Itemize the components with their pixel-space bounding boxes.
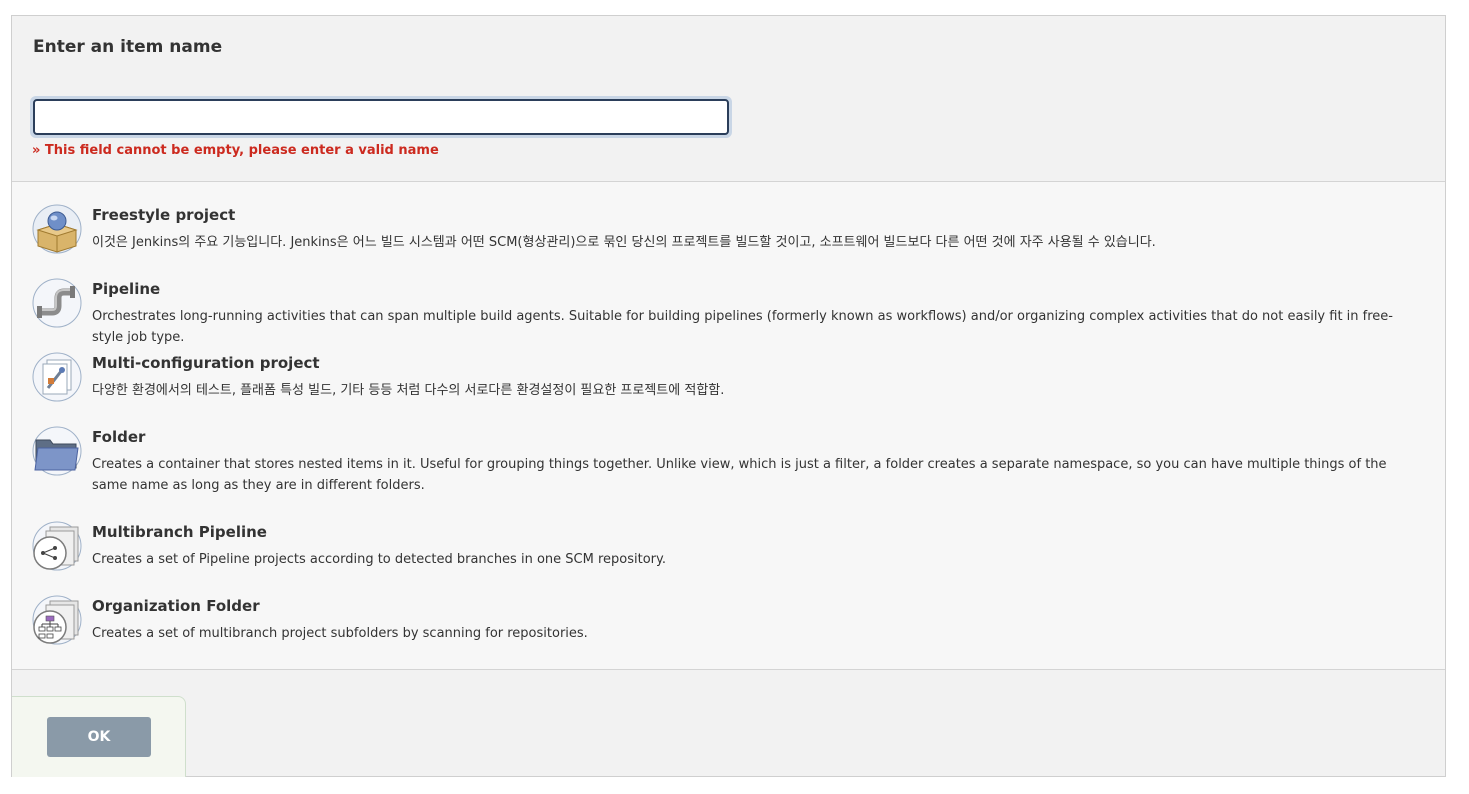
item-name-section: Enter an item name » This field cannot b…	[12, 16, 1445, 182]
item-type-list: Freestyle project 이것은 Jenkins의 주요 기능입니다.…	[12, 182, 1445, 670]
item-type-freestyle-project[interactable]: Freestyle project 이것은 Jenkins의 주요 기능입니다.…	[32, 204, 1415, 264]
item-name-input[interactable]	[33, 99, 729, 135]
item-title: Multi-configuration project	[92, 354, 320, 372]
item-title: Multibranch Pipeline	[92, 523, 267, 541]
item-name-error: » This field cannot be empty, please ent…	[32, 143, 439, 158]
freestyle-project-icon	[32, 204, 82, 254]
item-type-multi-configuration-project[interactable]: Multi-configuration project 다양한 환경에서의 테스…	[32, 352, 1415, 412]
item-type-organization-folder[interactable]: Organization Folder Creates a set of mul…	[32, 595, 1415, 655]
item-type-folder[interactable]: Folder Creates a container that stores n…	[32, 426, 1415, 506]
pipeline-icon	[32, 278, 82, 328]
item-type-pipeline[interactable]: Pipeline Orchestrates long-running activ…	[32, 278, 1415, 345]
item-type-multibranch-pipeline[interactable]: Multibranch Pipeline Creates a set of Pi…	[32, 521, 1415, 581]
folder-icon	[32, 426, 82, 476]
ok-button[interactable]: OK	[47, 717, 151, 757]
item-description: Creates a set of Pipeline projects accor…	[92, 552, 666, 567]
item-title: Organization Folder	[92, 597, 260, 615]
organization-folder-icon	[32, 595, 82, 645]
item-title: Pipeline	[92, 280, 161, 298]
multi-configuration-icon	[32, 352, 82, 402]
item-description: Creates a container that stores nested i…	[92, 457, 1387, 493]
page-title: Enter an item name	[33, 37, 223, 57]
item-name-focus-ring	[30, 96, 732, 138]
form-footer: OK	[12, 696, 186, 777]
item-title: Folder	[92, 428, 146, 446]
item-description: Orchestrates long-running activities tha…	[92, 309, 1393, 345]
item-description: Creates a set of multibranch project sub…	[92, 626, 588, 641]
item-description: 다양한 환경에서의 테스트, 플래폼 특성 빌드, 기타 등등 처럼 다수의 서…	[92, 383, 725, 398]
new-item-panel: Enter an item name » This field cannot b…	[11, 15, 1446, 777]
item-description: 이것은 Jenkins의 주요 기능입니다. Jenkins은 어느 빌드 시스…	[92, 235, 1156, 250]
item-title: Freestyle project	[92, 206, 236, 224]
multibranch-pipeline-icon	[32, 521, 82, 571]
